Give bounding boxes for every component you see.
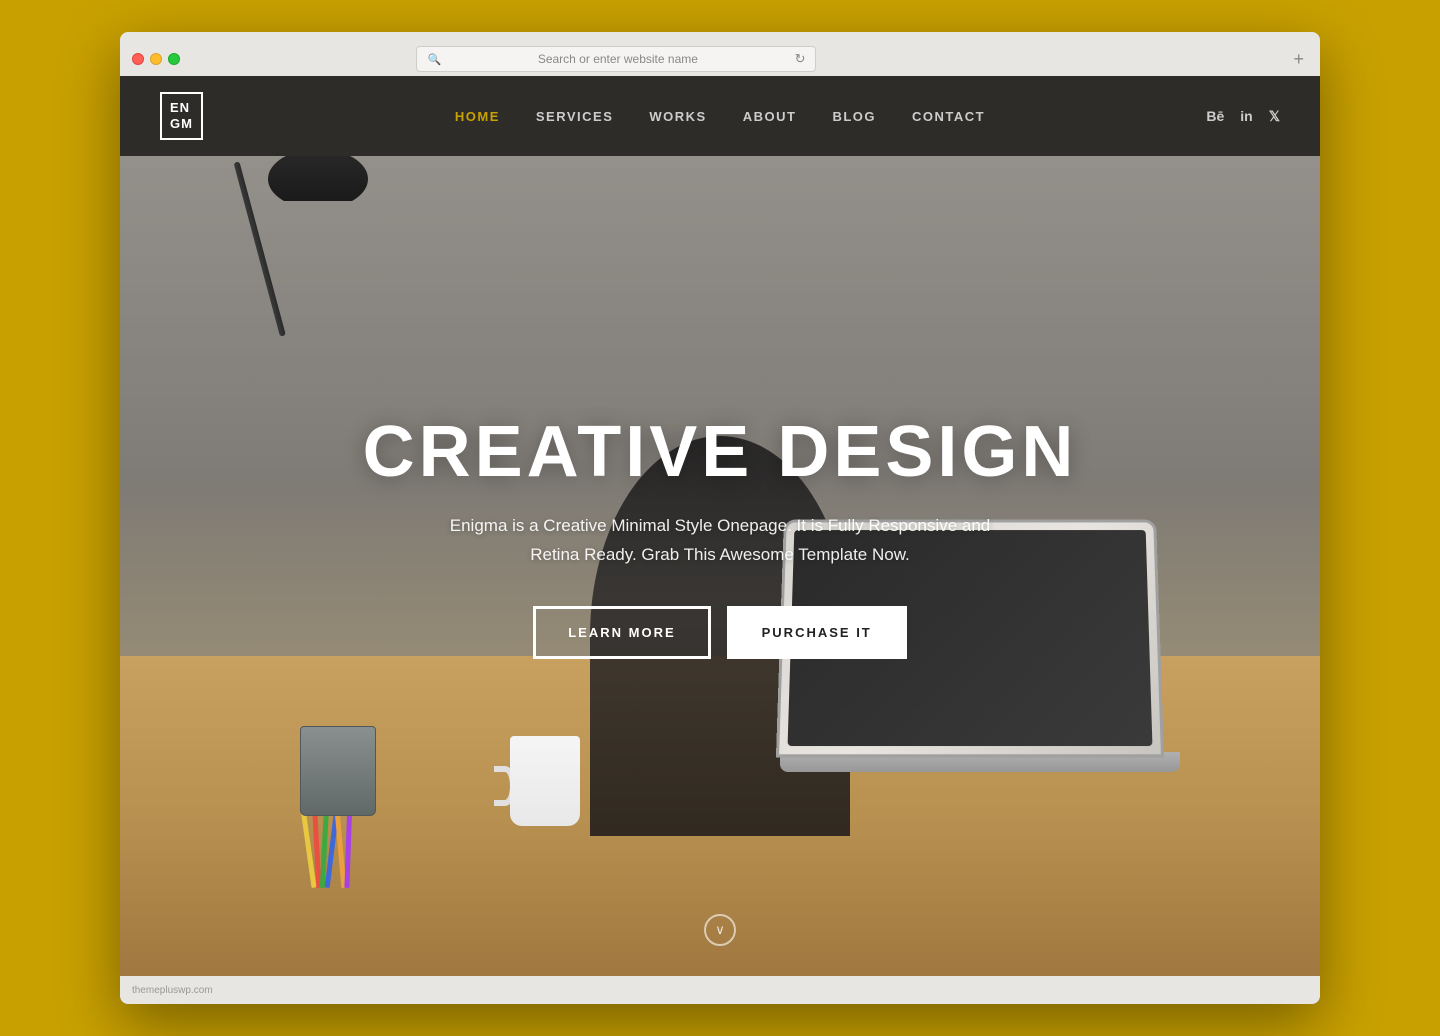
- address-bar-text: Search or enter website name: [447, 52, 788, 66]
- hero-section: CREATIVE DESIGN Enigma is a Creative Min…: [120, 156, 1320, 976]
- behance-icon[interactable]: Bē: [1206, 108, 1224, 124]
- hero-buttons: LEARN MORE PURCHASE IT: [363, 606, 1078, 659]
- logo[interactable]: EN GM: [160, 92, 203, 139]
- address-bar[interactable]: 🔍 Search or enter website name ↻: [416, 46, 816, 72]
- search-icon: 🔍: [427, 53, 441, 66]
- scroll-indicator[interactable]: ∨: [704, 914, 736, 946]
- reload-icon[interactable]: ↻: [795, 51, 806, 67]
- nav-home[interactable]: HOME: [455, 109, 500, 124]
- maximize-button[interactable]: [168, 53, 180, 65]
- nav-links: HOME SERVICES WORKS ABOUT BLOG CONTACT: [455, 109, 985, 124]
- chevron-down-icon: ∨: [715, 922, 725, 938]
- hero-title: CREATIVE DESIGN: [363, 413, 1078, 492]
- nav-contact[interactable]: CONTACT: [912, 109, 985, 124]
- nav-blog[interactable]: BLOG: [832, 109, 876, 124]
- hero-subtitle: Enigma is a Creative Minimal Style Onepa…: [440, 512, 1000, 570]
- website-content: EN GM HOME SERVICES WORKS ABOUT BLOG CON…: [120, 76, 1320, 1004]
- nav-services[interactable]: SERVICES: [536, 109, 614, 124]
- mug-body: [510, 736, 580, 826]
- browser-chrome-inner: 🔍 Search or enter website name ↻ +: [132, 46, 1308, 72]
- navbar: EN GM HOME SERVICES WORKS ABOUT BLOG CON…: [120, 76, 1320, 156]
- traffic-lights: [132, 53, 180, 65]
- close-button[interactable]: [132, 53, 144, 65]
- social-links: Bē in 𝕏: [1206, 108, 1280, 125]
- minimize-button[interactable]: [150, 53, 162, 65]
- hero-content: CREATIVE DESIGN Enigma is a Creative Min…: [323, 413, 1118, 659]
- browser-chrome: 🔍 Search or enter website name ↻ +: [120, 32, 1320, 76]
- watermark-text: themepluswp.com: [132, 985, 213, 996]
- lamp-head: [268, 156, 368, 201]
- linkedin-icon[interactable]: in: [1240, 108, 1252, 124]
- new-tab-button[interactable]: +: [1289, 49, 1308, 70]
- learn-more-button[interactable]: LEARN MORE: [533, 606, 710, 659]
- browser-window: 🔍 Search or enter website name ↻ + EN GM…: [120, 32, 1320, 1004]
- purchase-button[interactable]: PURCHASE IT: [727, 606, 907, 659]
- pencil-cup: [300, 696, 380, 816]
- nav-works[interactable]: WORKS: [649, 109, 706, 124]
- logo-text: EN GM: [170, 100, 193, 131]
- pencil-cup-body: [300, 726, 376, 816]
- bottom-bar: themepluswp.com: [120, 976, 1320, 1004]
- twitter-icon[interactable]: 𝕏: [1269, 108, 1280, 125]
- mug: [510, 726, 590, 826]
- nav-about[interactable]: ABOUT: [743, 109, 797, 124]
